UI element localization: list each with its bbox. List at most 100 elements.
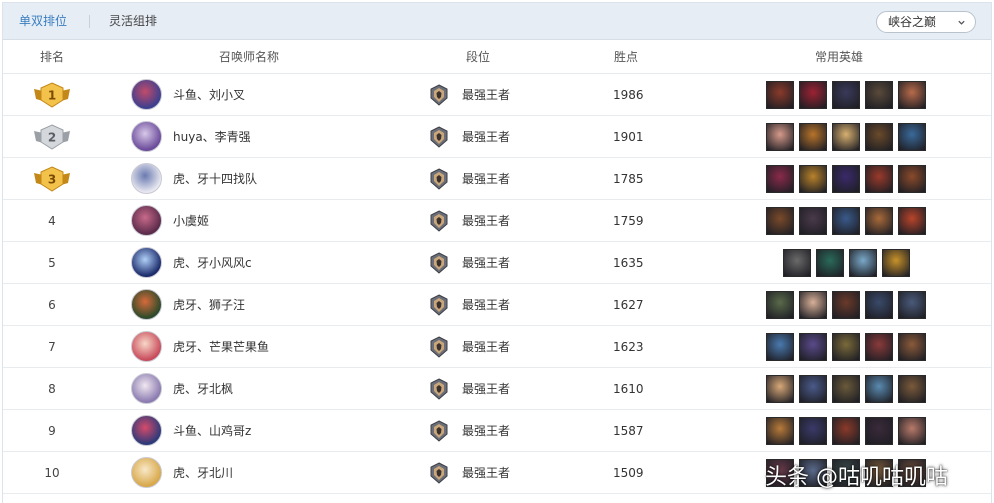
rank-panel: 单双排位 灵活组排 峡谷之巅 排名 召唤师名称 段位 胜点 常用英雄 1 斗鱼、刘… <box>2 2 992 503</box>
league-points: 1785 <box>613 172 644 186</box>
champion-icon[interactable] <box>832 375 860 403</box>
league-points: 1610 <box>613 382 644 396</box>
champion-icon[interactable] <box>898 417 926 445</box>
table-row[interactable]: 1 斗鱼、刘小叉 最强王者 1986 <box>3 74 991 116</box>
table-row[interactable]: 7 虎牙、芒果芒果鱼 最强王者 1623 <box>3 326 991 368</box>
champion-icon[interactable] <box>832 459 860 487</box>
champion-icon[interactable] <box>832 123 860 151</box>
champion-icon[interactable] <box>865 207 893 235</box>
champion-icon[interactable] <box>799 207 827 235</box>
league-points: 1509 <box>613 466 644 480</box>
avatar[interactable] <box>131 289 162 320</box>
champion-icon[interactable] <box>832 333 860 361</box>
table-row[interactable]: 9 斗鱼、山鸡哥z 最强王者 1587 <box>3 410 991 452</box>
champion-icon[interactable] <box>799 81 827 109</box>
table-row[interactable]: 3 虎、牙十四找队 最强王者 1785 <box>3 158 991 200</box>
summoner-name[interactable]: 虎、牙十四找队 <box>173 158 257 200</box>
champion-icon[interactable] <box>865 375 893 403</box>
champion-icon[interactable] <box>881 249 910 277</box>
champion-list <box>766 123 926 151</box>
table-row[interactable]: 6 虎牙、狮子汪 最强王者 1627 <box>3 284 991 326</box>
champion-icon[interactable] <box>865 459 893 487</box>
col-tier: 段位 <box>465 50 490 64</box>
champion-icon[interactable] <box>799 417 827 445</box>
champion-icon[interactable] <box>799 291 827 319</box>
champion-icon[interactable] <box>865 291 893 319</box>
champion-icon[interactable] <box>766 291 794 319</box>
avatar[interactable] <box>131 415 162 446</box>
champion-icon[interactable] <box>865 123 893 151</box>
summoner-name[interactable]: 虎牙、狮子汪 <box>173 284 245 326</box>
champion-icon[interactable] <box>898 123 926 151</box>
champion-icon[interactable] <box>898 81 926 109</box>
champion-icon[interactable] <box>766 165 794 193</box>
table-row[interactable]: 10 虎、牙北川 最强王者 1509 <box>3 452 991 494</box>
summoner-name[interactable]: 虎、牙小风风c <box>173 242 252 284</box>
champion-icon[interactable] <box>832 291 860 319</box>
tab-divider <box>89 15 90 28</box>
avatar[interactable] <box>131 205 162 236</box>
tab-flex[interactable]: 灵活组排 <box>109 3 157 39</box>
champion-icon[interactable] <box>865 417 893 445</box>
champion-icon[interactable] <box>766 81 794 109</box>
champion-icon[interactable] <box>832 207 860 235</box>
avatar[interactable] <box>131 163 162 194</box>
summoner-name[interactable]: 虎牙、芒果芒果鱼 <box>173 326 269 368</box>
champion-icon[interactable] <box>766 123 794 151</box>
league-points: 1901 <box>613 130 644 144</box>
tier-label: 最强王者 <box>462 340 511 354</box>
summoner-name[interactable]: 小虞姬 <box>173 200 209 242</box>
champion-icon[interactable] <box>766 417 794 445</box>
summoner-name[interactable]: huya、李青强 <box>173 116 251 158</box>
champion-icon[interactable] <box>898 459 926 487</box>
avatar[interactable] <box>131 373 162 404</box>
gold-medal-icon: 3 <box>33 166 71 192</box>
avatar[interactable] <box>131 247 162 278</box>
champion-icon[interactable] <box>898 207 926 235</box>
table-row[interactable]: 5 虎、牙小风风c 最强王者 1635 <box>3 242 991 284</box>
challenger-tier-icon <box>429 462 449 484</box>
champion-icon[interactable] <box>865 165 893 193</box>
champion-icon[interactable] <box>898 375 926 403</box>
tab-solo-duo[interactable]: 单双排位 <box>19 3 67 39</box>
champion-icon[interactable] <box>832 165 860 193</box>
champion-icon[interactable] <box>766 459 794 487</box>
server-select[interactable]: 峡谷之巅 <box>876 11 976 33</box>
challenger-tier-icon <box>429 168 449 190</box>
champion-icon[interactable] <box>799 459 827 487</box>
chevron-down-icon <box>958 20 965 25</box>
champion-icon[interactable] <box>799 333 827 361</box>
champion-icon[interactable] <box>799 165 827 193</box>
champion-icon[interactable] <box>848 249 877 277</box>
champion-icon[interactable] <box>898 333 926 361</box>
table-row[interactable]: 2 huya、李青强 最强王者 1901 <box>3 116 991 158</box>
champion-icon[interactable] <box>799 123 827 151</box>
league-points: 1759 <box>613 214 644 228</box>
league-points: 1623 <box>613 340 644 354</box>
summoner-name[interactable]: 斗鱼、山鸡哥z <box>173 410 251 452</box>
summoner-name[interactable]: 虎、牙北枫 <box>173 368 233 410</box>
champion-icon[interactable] <box>898 291 926 319</box>
champion-icon[interactable] <box>782 249 811 277</box>
champion-icon[interactable] <box>898 165 926 193</box>
champion-icon[interactable] <box>766 333 794 361</box>
avatar[interactable] <box>131 331 162 362</box>
avatar[interactable] <box>131 457 162 488</box>
medal-rank-label: 1 <box>48 89 56 103</box>
champion-icon[interactable] <box>766 375 794 403</box>
avatar[interactable] <box>131 79 162 110</box>
table-row[interactable]: 8 虎、牙北枫 最强王者 1610 <box>3 368 991 410</box>
challenger-tier-icon <box>429 252 449 274</box>
champion-list <box>766 291 926 319</box>
summoner-name[interactable]: 斗鱼、刘小叉 <box>173 74 245 116</box>
champion-icon[interactable] <box>799 375 827 403</box>
champion-icon[interactable] <box>815 249 844 277</box>
champion-icon[interactable] <box>832 81 860 109</box>
champion-icon[interactable] <box>865 333 893 361</box>
champion-icon[interactable] <box>832 417 860 445</box>
table-row[interactable]: 4 小虞姬 最强王者 1759 <box>3 200 991 242</box>
avatar[interactable] <box>131 121 162 152</box>
champion-icon[interactable] <box>865 81 893 109</box>
champion-icon[interactable] <box>766 207 794 235</box>
summoner-name[interactable]: 虎、牙北川 <box>173 452 233 494</box>
